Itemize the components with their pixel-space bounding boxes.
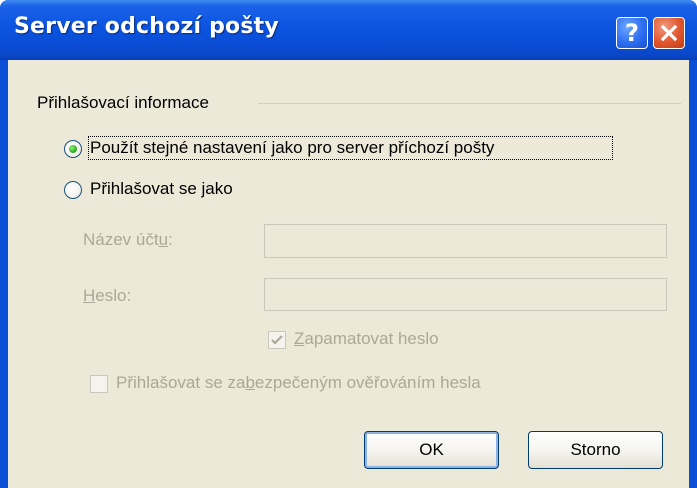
help-icon: ? [625, 19, 639, 47]
password-label: Heslo: [83, 286, 132, 305]
password-field[interactable] [264, 278, 667, 311]
title-bar[interactable]: Server odchozí pošty ? [0, 0, 697, 60]
remember-password-label: Zapamatovat heslo [294, 329, 439, 348]
group-label: Přihlašovací informace [37, 93, 213, 113]
ok-button[interactable]: OK [364, 431, 499, 469]
secure-auth-label: Přihlašovat se zabezpečeným ověřováním h… [116, 373, 481, 392]
group-divider [258, 103, 681, 104]
close-button[interactable] [653, 17, 685, 49]
checkmark-icon [271, 335, 283, 345]
radio-same-settings-label[interactable]: Použít stejné nastavení jako pro server … [90, 138, 494, 158]
account-name-field[interactable] [264, 224, 667, 258]
dialog-body: Přihlašovací informace Použít stejné nas… [8, 60, 689, 488]
help-button[interactable]: ? [616, 17, 648, 49]
close-icon [660, 24, 678, 42]
window-title: Server odchozí pošty [14, 14, 279, 39]
account-name-label: Název účtu: [83, 230, 173, 249]
radio-selected-icon [69, 145, 77, 153]
radio-same-settings[interactable] [64, 140, 82, 158]
cancel-button[interactable]: Storno [528, 431, 663, 469]
radio-login-as[interactable] [64, 181, 82, 199]
secure-auth-checkbox[interactable] [90, 375, 108, 393]
remember-password-checkbox[interactable] [268, 331, 286, 349]
dialog-window: Server odchozí pošty ? Přihlašovací info… [0, 0, 697, 488]
radio-login-as-label[interactable]: Přihlašovat se jako [90, 179, 233, 199]
